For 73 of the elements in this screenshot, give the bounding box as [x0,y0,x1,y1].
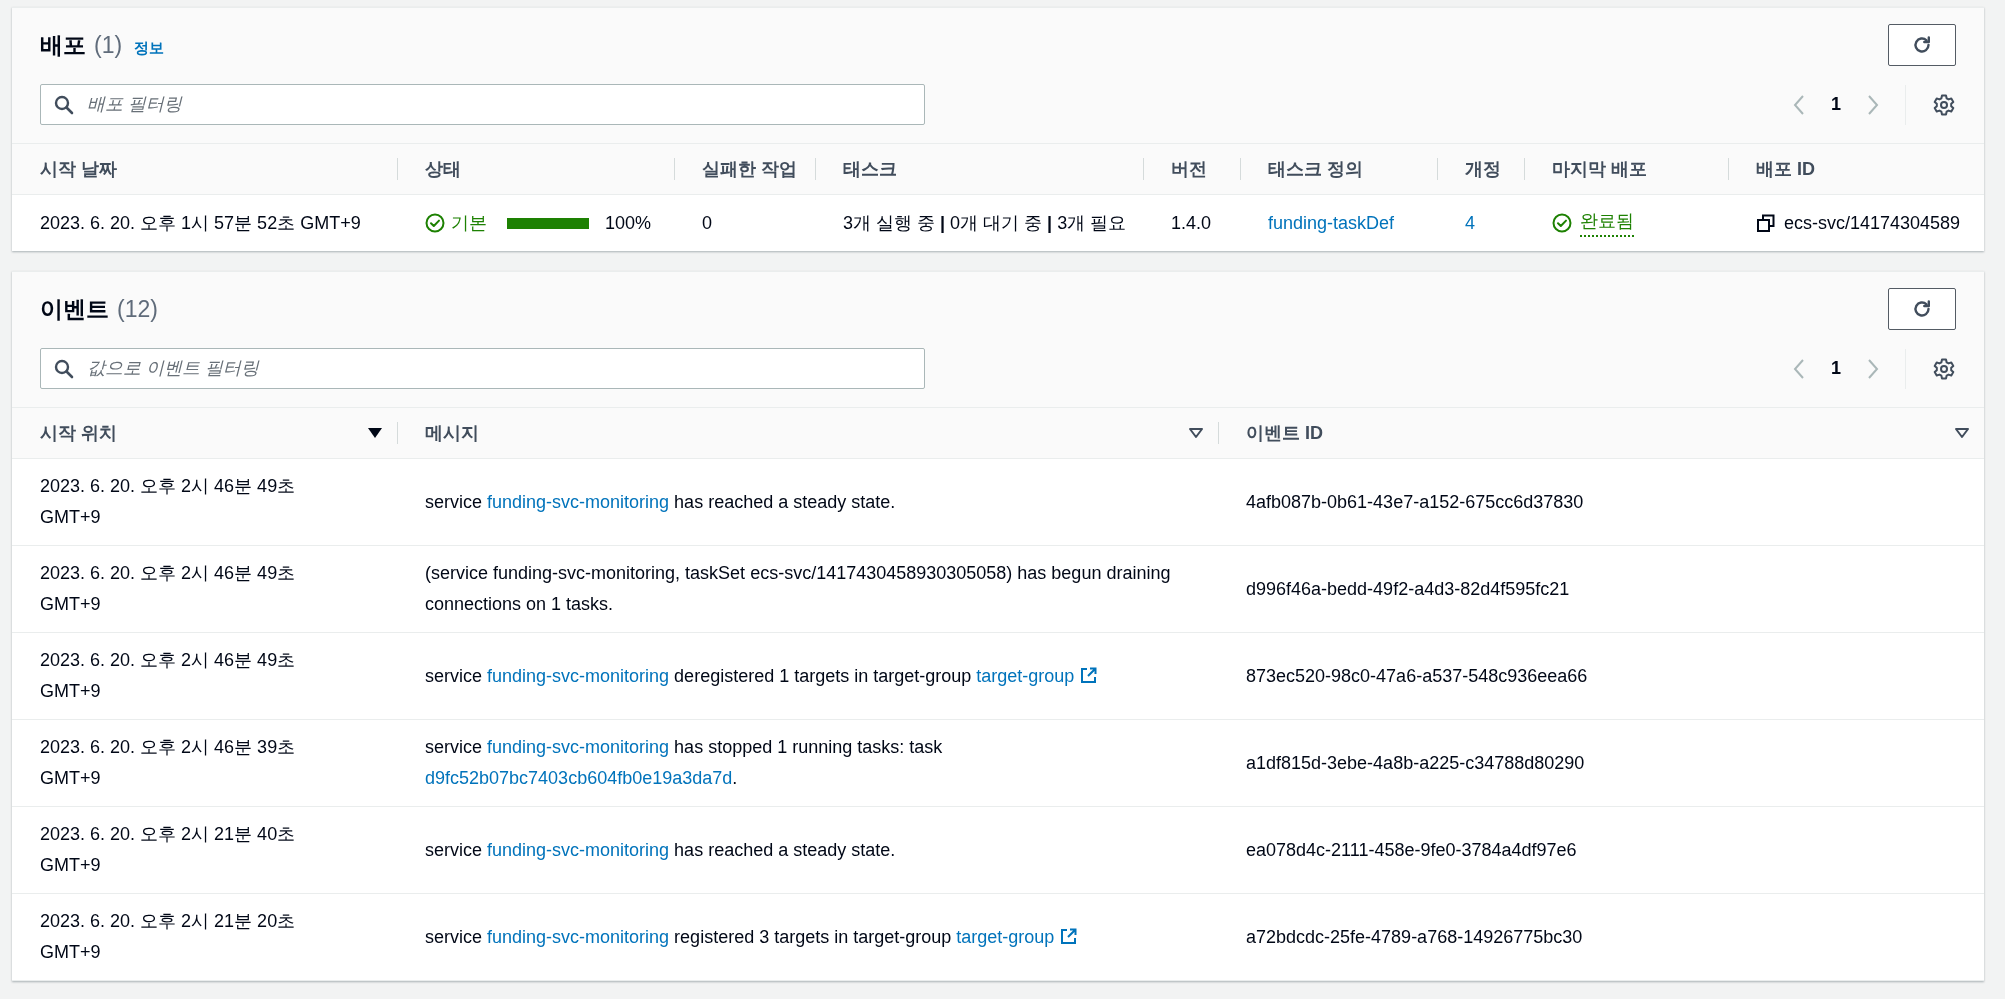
external-link-icon [1080,666,1098,684]
page-number[interactable]: 1 [1823,358,1849,379]
table-cell-text: 2023. 6. 20. 오후 2시 46분 49초 GMT+9 [40,649,297,703]
message-link[interactable]: funding-svc-monitoring [487,665,670,686]
sort-descending-icon[interactable] [367,427,383,439]
table-cell-text: ea078d4c-2111-458e-9fe0-3784a4df97e6 [1246,838,1577,862]
table-cell-text: 873ec520-98c0-47a6-a537-548c936eea66 [1246,664,1588,688]
event-message: service funding-svc-monitoring has stopped 1 running tasks: task d9fc52b07bc7403cb604fb0e19a3da7d. [425,736,944,790]
table-cell-text: d996f46a-bedd-49f2-a4d3-82d4f595fc21 [1246,577,1570,601]
status-label: 기본 [451,212,487,235]
settings-icon[interactable] [1932,356,1956,381]
column-header[interactable]: 메시지 [397,407,1218,459]
status-label[interactable]: 완료됨 [1580,209,1634,237]
column-header: 태스크 정의 [1240,143,1437,195]
event-message: (service funding-svc-monitoring, taskSet ecs-svc/1417430458930305058) has begun draining connections on 1 tasks. [425,562,1172,616]
table-cell-text: a1df815d-3ebe-4a8b-a225-c34788d80290 [1246,751,1585,775]
external-link-icon [1060,927,1078,945]
refresh-icon [1911,298,1933,320]
table-cell-text: 3개 실행 중 | 0개 대기 중 | 3개 필요 [843,212,1127,235]
refresh-icon [1911,34,1933,56]
column-header: 개정 [1437,143,1524,195]
page-number[interactable]: 1 [1823,94,1849,115]
table-cell: 0 [702,212,712,234]
table-cell-text: 2023. 6. 20. 오후 2시 46분 49초 GMT+9 [40,562,297,616]
external-link[interactable]: target-group [976,665,1098,686]
column-header: 상태 [397,143,674,195]
column-header: 배포 ID [1728,143,1984,195]
table-cell-text: 4afb087b-0b61-43e7-a152-675cc6d37830 [1246,490,1584,514]
event-message: service funding-svc-monitoring has reached a steady state. [425,490,896,514]
event-message: service funding-svc-monitoring registered 3 targets in target-group target-group [425,921,1078,953]
settings-icon[interactable] [1932,92,1956,117]
column-header: 태스크 [815,143,1143,195]
table-cell-text: 2023. 6. 20. 오후 2시 46분 49초 GMT+9 [40,475,297,529]
progress-percent: 100% [605,212,652,234]
task-definition-link[interactable]: funding-taskDef [1268,212,1395,234]
refresh-button[interactable] [1888,288,1956,330]
table-cell-text: 2023. 6. 20. 오후 2시 21분 40초 GMT+9 [40,823,297,877]
section-title: 이벤트 [40,294,109,324]
check-circle-icon [425,213,445,233]
search-icon [54,95,74,115]
table-cell-text: 2023. 6. 20. 오후 2시 21분 20초 GMT+9 [40,910,297,964]
column-header: 버전 [1143,143,1240,195]
external-link[interactable]: target-group [956,926,1078,947]
sort-icon[interactable] [1188,427,1204,439]
copy-icon[interactable] [1756,213,1776,233]
table-cell: 1.4.0 [1171,212,1212,234]
column-header: 시작 날짜 [12,143,397,195]
column-header[interactable]: 이벤트 ID [1218,407,1984,459]
item-count: (12) [117,295,158,323]
item-count: (1) [94,31,123,59]
section-title: 배포 [40,30,86,60]
revision-link[interactable]: 4 [1465,212,1475,234]
sort-icon[interactable] [1954,427,1970,439]
filter-search-field[interactable]: 값으로 이벤트 필터링 [40,348,925,389]
table-cell-text: 2023. 6. 20. 오후 1시 57분 52초 GMT+9 [40,212,361,235]
event-message: service funding-svc-monitoring deregistered 1 targets in target-group target-group [425,660,1098,692]
event-message: service funding-svc-monitoring has reached a steady state. [425,838,896,862]
info-link[interactable]: 정보 [134,38,165,58]
table-cell: ecs-svc/14174304589 [1784,212,1961,234]
message-link[interactable]: funding-svc-monitoring [487,839,670,860]
column-header: 마지막 배포 [1524,143,1728,195]
check-circle-icon [1552,213,1572,233]
search-icon [54,359,74,379]
filter-search-field[interactable]: 배포 필터링 [40,84,925,125]
refresh-button[interactable] [1888,24,1956,66]
message-link[interactable]: funding-svc-monitoring [487,737,670,757]
message-link[interactable]: funding-svc-monitoring [487,491,670,512]
message-link[interactable]: d9fc52b07bc7403cb604fb0e19a3da7d [425,768,733,788]
column-header[interactable]: 시작 위치 [12,407,397,459]
message-link[interactable]: funding-svc-monitoring [487,926,670,947]
table-cell-text: 2023. 6. 20. 오후 2시 46분 39초 GMT+9 [40,736,297,790]
table-cell-text: a72bdcdc-25fe-4789-a768-14926775bc30 [1246,925,1583,949]
column-header: 실패한 작업 [674,143,815,195]
